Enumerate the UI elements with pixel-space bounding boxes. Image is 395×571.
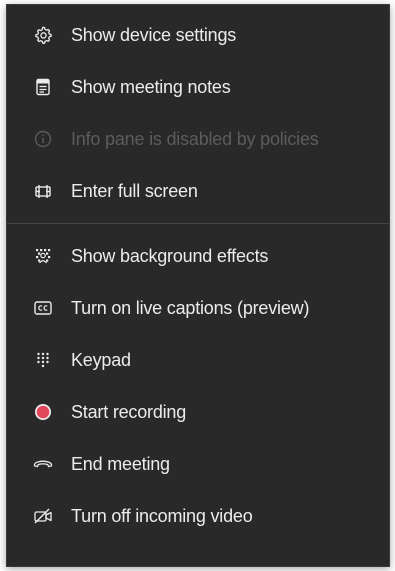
menu-item-keypad[interactable]: Keypad [7, 334, 389, 386]
menu-item-end-meeting[interactable]: End meeting [7, 438, 389, 490]
video-off-icon [33, 506, 53, 526]
menu-item-show-meeting-notes[interactable]: Show meeting notes [7, 61, 389, 113]
fullscreen-icon [33, 181, 53, 201]
menu-divider [7, 223, 389, 224]
menu-item-show-device-settings[interactable]: Show device settings [7, 9, 389, 61]
record-icon [33, 402, 53, 422]
menu-item-enter-full-screen[interactable]: Enter full screen [7, 165, 389, 217]
background-effects-icon [33, 246, 53, 266]
gear-icon [33, 25, 53, 45]
menu-item-label: Turn off incoming video [71, 505, 253, 526]
menu-item-label: Keypad [71, 349, 131, 370]
menu-item-label: Enter full screen [71, 180, 198, 201]
menu-item-show-background-effects[interactable]: Show background effects [7, 230, 389, 282]
menu-item-label: Info pane is disabled by policies [71, 128, 319, 149]
captions-icon [33, 298, 53, 318]
menu-item-info-pane-disabled: Info pane is disabled by policies [7, 113, 389, 165]
menu-item-label: Start recording [71, 401, 187, 422]
keypad-icon [33, 350, 53, 370]
more-actions-menu: Show device settings Show meeting notes … [6, 4, 390, 567]
menu-item-turn-off-incoming-video[interactable]: Turn off incoming video [7, 490, 389, 542]
info-icon [33, 129, 53, 149]
notes-icon [33, 77, 53, 97]
menu-item-turn-on-live-captions[interactable]: Turn on live captions (preview) [7, 282, 389, 334]
menu-item-label: End meeting [71, 453, 170, 474]
end-call-icon [33, 454, 53, 474]
menu-item-label: Show device settings [71, 24, 237, 45]
menu-item-label: Show background effects [71, 245, 269, 266]
menu-item-start-recording[interactable]: Start recording [7, 386, 389, 438]
menu-item-label: Turn on live captions (preview) [71, 297, 310, 318]
menu-item-label: Show meeting notes [71, 76, 231, 97]
